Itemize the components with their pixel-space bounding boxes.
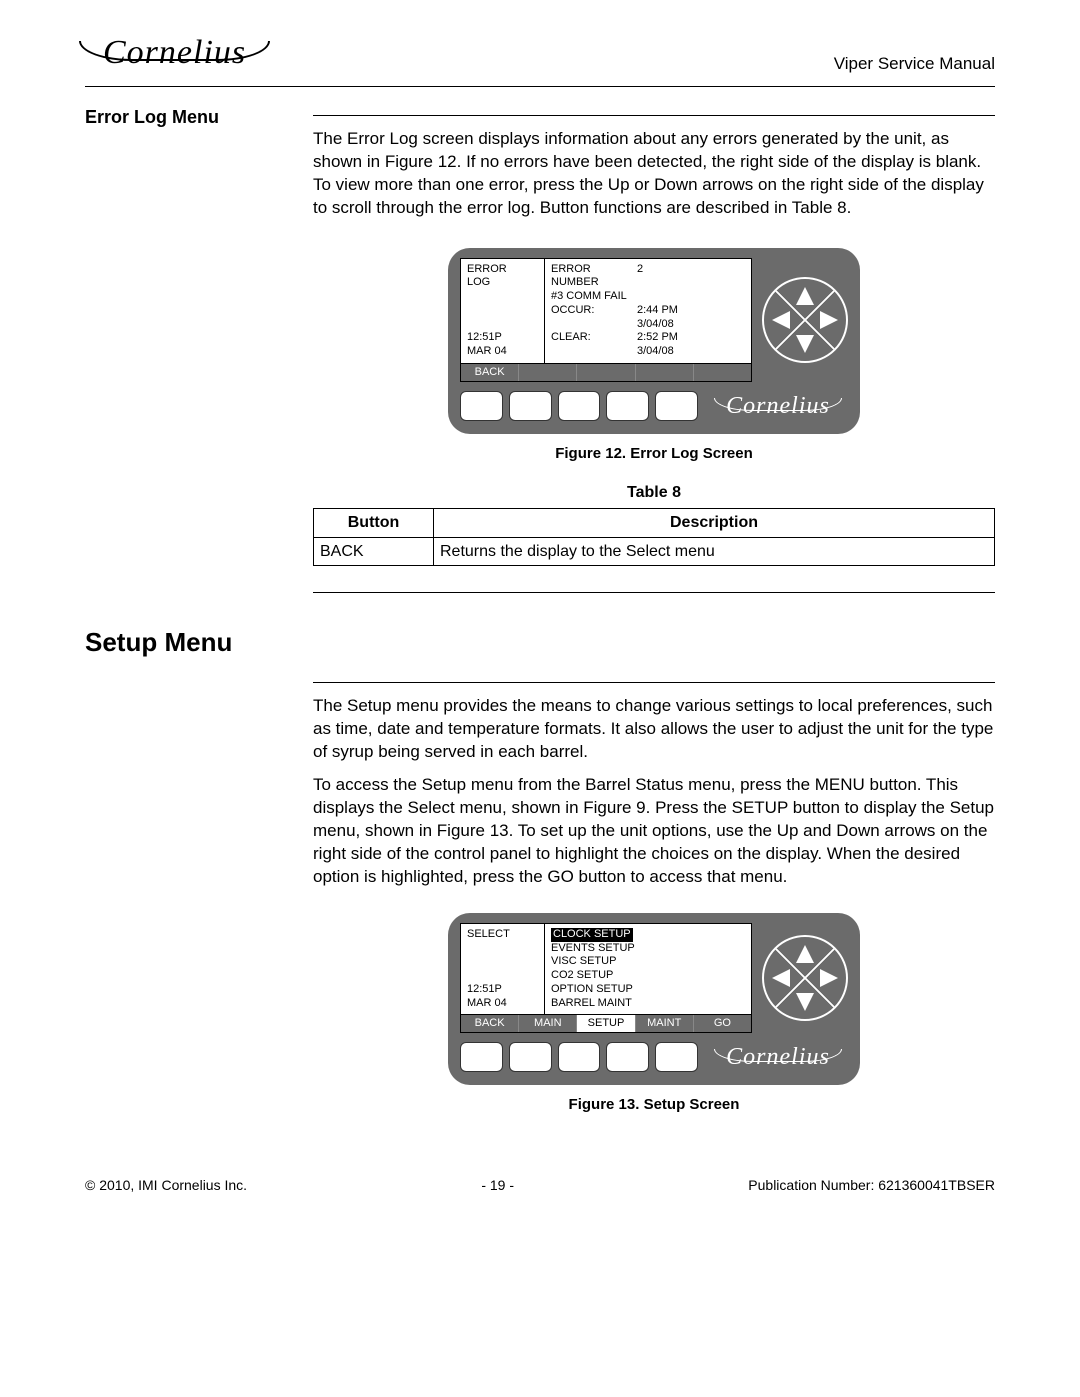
- footer-publication: Publication Number: 621360041TBSER: [748, 1176, 995, 1195]
- footer-copyright: © 2010, IMI Cornelius Inc.: [85, 1176, 247, 1195]
- hw-button-5[interactable]: [655, 391, 698, 421]
- softkey-row: BACKMAINSETUPMAINTGO: [460, 1015, 752, 1033]
- arrow-left-icon[interactable]: [772, 969, 790, 987]
- lcd-field-label: OCCUR:: [551, 304, 631, 318]
- lcd-time: 12:51P: [467, 331, 538, 345]
- panel-brand-logo: Cornelius: [718, 390, 838, 422]
- softkey-label: MAINT: [636, 1015, 694, 1032]
- arrow-down-icon[interactable]: [796, 335, 814, 353]
- table-8: Button Description BACKReturns the displ…: [313, 508, 995, 566]
- table-header-button: Button: [314, 508, 434, 537]
- softkey-label: [694, 364, 751, 381]
- lcd-screen: ERROR LOG 12:51P MAR 04 ERROR NUMBER2 #3 …: [460, 258, 752, 364]
- lcd-field-value: 3/04/08: [637, 318, 745, 332]
- figure-13-caption: Figure 13. Setup Screen: [313, 1095, 995, 1115]
- section-error-log: Error Log Menu The Error Log screen disp…: [85, 105, 995, 224]
- table-8-caption: Table 8: [313, 482, 995, 504]
- control-panel: ERROR LOG 12:51P MAR 04 ERROR NUMBER2 #3 …: [448, 248, 860, 434]
- hw-button-5[interactable]: [655, 1042, 698, 1072]
- lcd-field-label: #3 COMM FAIL: [551, 290, 631, 304]
- menu-item: BARREL MAINT: [551, 997, 745, 1011]
- hw-button-3[interactable]: [558, 1042, 601, 1072]
- menu-item: OPTION SETUP: [551, 983, 745, 997]
- lcd-field-value: 3/04/08: [637, 345, 745, 359]
- lcd-date: MAR 04: [467, 997, 538, 1011]
- section2-rule: [313, 682, 995, 683]
- hardware-buttons: [460, 1042, 698, 1072]
- lcd-menu: CLOCK SETUPEVENTS SETUPVISC SETUPCO2 SET…: [545, 924, 751, 1015]
- softkey-row: BACK: [460, 364, 752, 382]
- softkey-label: MAIN: [519, 1015, 577, 1032]
- figure-12-caption: Figure 12. Error Log Screen: [313, 444, 995, 464]
- control-panel: SELECT 12:51P MAR 04 CLOCK SETUPEVENTS S…: [448, 913, 860, 1086]
- table-header-description: Description: [434, 508, 995, 537]
- softkey-label: SETUP: [577, 1015, 635, 1032]
- menu-item: CO2 SETUP: [551, 969, 745, 983]
- setup-paragraph-2: To access the Setup menu from the Barrel…: [313, 774, 995, 889]
- arrow-right-icon[interactable]: [820, 311, 838, 329]
- arrow-down-icon[interactable]: [796, 993, 814, 1011]
- softkey-label: [636, 364, 694, 381]
- softkey-label: GO: [694, 1015, 751, 1032]
- arrow-right-icon[interactable]: [820, 969, 838, 987]
- page-header: Cornelius Viper Service Manual: [85, 30, 995, 76]
- table-row: BACKReturns the display to the Select me…: [314, 537, 995, 566]
- lcd-body: ERROR NUMBER2#3 COMM FAILOCCUR:2:44 PM3/…: [551, 263, 745, 359]
- hw-button-4[interactable]: [606, 391, 649, 421]
- arrow-left-icon[interactable]: [772, 311, 790, 329]
- doc-title: Viper Service Manual: [834, 53, 995, 76]
- lcd-mode-label: SELECT: [461, 924, 544, 946]
- figure-13: SELECT 12:51P MAR 04 CLOCK SETUPEVENTS S…: [448, 913, 860, 1086]
- hw-button-3[interactable]: [558, 391, 601, 421]
- hw-button-2[interactable]: [509, 391, 552, 421]
- arrow-up-icon[interactable]: [796, 287, 814, 305]
- menu-item: EVENTS SETUP: [551, 942, 745, 956]
- lcd-field-label: [551, 345, 631, 359]
- lcd-field-value: 2:52 PM: [637, 331, 745, 345]
- panel-brand-logo: Cornelius: [718, 1041, 838, 1073]
- dpad[interactable]: [762, 277, 848, 363]
- heading-error-log: Error Log Menu: [85, 105, 285, 129]
- hw-button-1[interactable]: [460, 1042, 503, 1072]
- table-cell: Returns the display to the Select menu: [434, 537, 995, 566]
- softkey-label: [577, 364, 635, 381]
- softkey-label: BACK: [461, 1015, 519, 1032]
- page-footer: © 2010, IMI Cornelius Inc. - 19 - Public…: [85, 1176, 995, 1195]
- figure-12: ERROR LOG 12:51P MAR 04 ERROR NUMBER2 #3 …: [448, 248, 860, 434]
- arrow-up-icon[interactable]: [796, 945, 814, 963]
- lcd-field-value: 2: [637, 263, 745, 291]
- error-log-paragraph: The Error Log screen displays informatio…: [313, 128, 995, 220]
- section-rule: [313, 115, 995, 116]
- hw-button-2[interactable]: [509, 1042, 552, 1072]
- hw-button-1[interactable]: [460, 391, 503, 421]
- table-cell: BACK: [314, 537, 434, 566]
- header-rule: [85, 86, 995, 87]
- lcd-mode-label: ERROR LOG: [461, 259, 544, 295]
- section-end-rule: [313, 592, 995, 593]
- hardware-buttons: [460, 391, 698, 421]
- dpad[interactable]: [762, 935, 848, 1021]
- menu-item: CLOCK SETUP: [551, 928, 745, 942]
- menu-item: VISC SETUP: [551, 955, 745, 969]
- setup-paragraph-1: The Setup menu provides the means to cha…: [313, 695, 995, 764]
- lcd-date: MAR 04: [467, 345, 538, 359]
- lcd-screen: SELECT 12:51P MAR 04 CLOCK SETUPEVENTS S…: [460, 923, 752, 1016]
- lcd-field-value: 2:44 PM: [637, 304, 745, 318]
- lcd-field-value: [637, 290, 745, 304]
- lcd-field-label: CLEAR:: [551, 331, 631, 345]
- lcd-field-label: [551, 318, 631, 332]
- lcd-field-label: ERROR NUMBER: [551, 263, 631, 291]
- brand-logo: Cornelius: [85, 30, 264, 76]
- heading-setup-menu: Setup Menu: [85, 625, 995, 660]
- softkey-label: [519, 364, 577, 381]
- hw-button-4[interactable]: [606, 1042, 649, 1072]
- lcd-time: 12:51P: [467, 983, 538, 997]
- footer-page-number: - 19 -: [481, 1176, 514, 1195]
- softkey-label: BACK: [461, 364, 519, 381]
